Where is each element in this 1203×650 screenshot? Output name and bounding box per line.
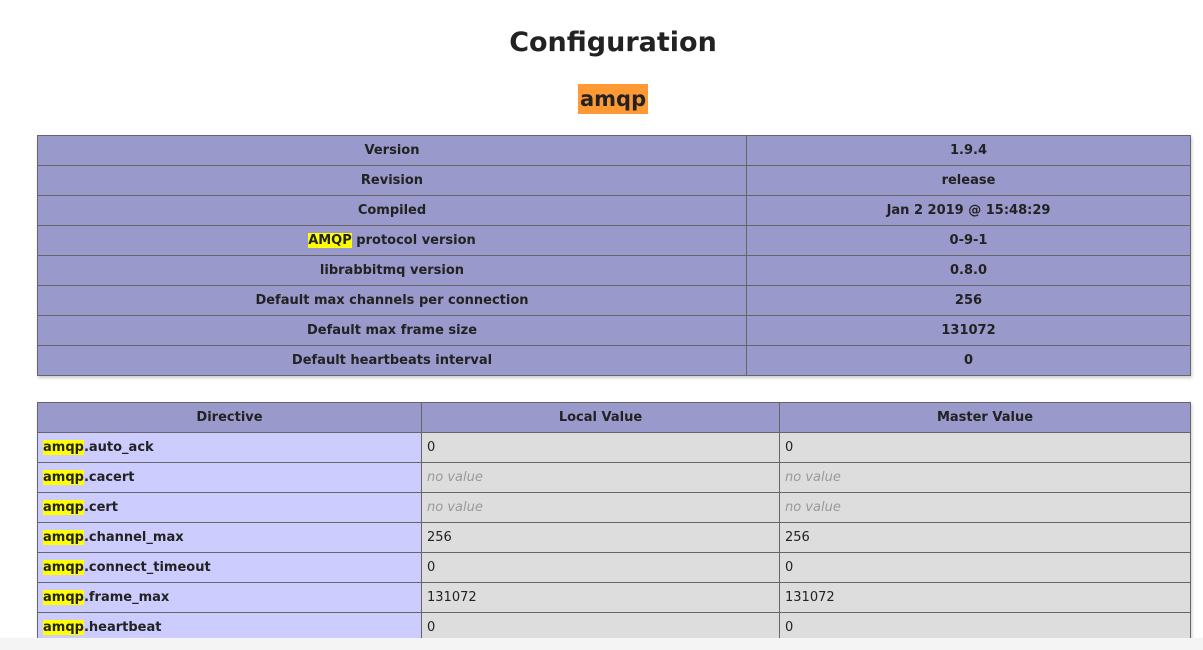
bottom-fade-bar bbox=[0, 638, 1203, 650]
directive-row: amqp.auto_ack 0 0 bbox=[37, 432, 1191, 463]
info-row: Version 1.9.4 bbox=[37, 135, 1191, 166]
info-row: Revision release bbox=[37, 165, 1191, 196]
info-label: Default max channels per connection bbox=[37, 285, 747, 316]
info-label: Default max frame size bbox=[37, 315, 747, 346]
local-value: 0 bbox=[421, 432, 780, 463]
info-label-text: protocol version bbox=[351, 233, 476, 248]
directive-name: amqp.channel_max bbox=[37, 522, 422, 553]
info-label: Revision bbox=[37, 165, 747, 196]
directive-row: amqp.cacert no value no value bbox=[37, 462, 1191, 493]
info-row: librabbitmq version 0.8.0 bbox=[37, 255, 1191, 286]
master-value: no value bbox=[779, 492, 1191, 523]
local-value: no value bbox=[421, 492, 780, 523]
info-row: Default heartbeats interval 0 bbox=[37, 345, 1191, 376]
directive-name-text: .cert bbox=[83, 500, 119, 515]
info-label: Default heartbeats interval bbox=[37, 345, 747, 376]
no-value-text: no value bbox=[427, 500, 483, 515]
info-value: release bbox=[746, 165, 1191, 196]
search-highlight: amqp bbox=[43, 440, 84, 455]
info-label: AMQP protocol version bbox=[37, 225, 747, 256]
info-label-text: Default heartbeats interval bbox=[291, 353, 493, 368]
phpinfo-page: Configuration amqp Version 1.9.4 Revision r… bbox=[0, 0, 1203, 650]
no-value-text: no value bbox=[785, 470, 841, 485]
search-highlight: amqp bbox=[43, 560, 84, 575]
directives-table: Directive Local Value Master Value amqp.… bbox=[37, 402, 1191, 643]
info-label-text: Default max channels per connection bbox=[255, 293, 529, 308]
info-value: 0 bbox=[746, 345, 1191, 376]
directive-row: amqp.channel_max 256 256 bbox=[37, 522, 1191, 553]
info-label-text: Version bbox=[364, 143, 420, 158]
extension-name: amqp bbox=[578, 84, 649, 114]
search-highlight: amqp bbox=[43, 620, 84, 635]
info-value: Jan 2 2019 @ 15:48:29 bbox=[746, 195, 1191, 226]
no-value-text: no value bbox=[785, 500, 841, 515]
column-header-directive: Directive bbox=[37, 402, 422, 433]
extension-name-text: amqp bbox=[580, 87, 647, 111]
local-value: 0 bbox=[421, 552, 780, 583]
info-row: Default max frame size 131072 bbox=[37, 315, 1191, 346]
info-label-text: Default max frame size bbox=[306, 323, 478, 338]
directive-row: amqp.frame_max 131072 131072 bbox=[37, 582, 1191, 613]
info-label-text: Revision bbox=[360, 173, 424, 188]
local-value: 131072 bbox=[421, 582, 780, 613]
master-value: no value bbox=[779, 462, 1191, 493]
info-value: 1.9.4 bbox=[746, 135, 1191, 166]
page-title: Configuration bbox=[509, 27, 717, 58]
master-value: 131072 bbox=[779, 582, 1191, 613]
info-row: Default max channels per connection 256 bbox=[37, 285, 1191, 316]
directives-header-row: Directive Local Value Master Value bbox=[37, 402, 1191, 433]
search-highlight: amqp bbox=[43, 470, 84, 485]
master-value: 256 bbox=[779, 522, 1191, 553]
directive-name: amqp.auto_ack bbox=[37, 432, 422, 463]
no-value-text: no value bbox=[427, 470, 483, 485]
extension-info-table: Version 1.9.4 Revision release Compiled Jan 2… bbox=[37, 135, 1191, 376]
info-label: Version bbox=[37, 135, 747, 166]
info-value: 256 bbox=[746, 285, 1191, 316]
column-header-local-value: Local Value bbox=[421, 402, 780, 433]
search-highlight: amqp bbox=[43, 530, 84, 545]
directive-name-text: .heartbeat bbox=[83, 620, 162, 635]
directive-name-text: .cacert bbox=[83, 470, 135, 485]
directive-row: amqp.connect_timeout 0 0 bbox=[37, 552, 1191, 583]
info-value: 0.8.0 bbox=[746, 255, 1191, 286]
directive-name: amqp.cert bbox=[37, 492, 422, 523]
local-value: 256 bbox=[421, 522, 780, 553]
directive-name: amqp.frame_max bbox=[37, 582, 422, 613]
info-value: 131072 bbox=[746, 315, 1191, 346]
directive-name: amqp.connect_timeout bbox=[37, 552, 422, 583]
column-header-master-value: Master Value bbox=[779, 402, 1191, 433]
directive-name-text: .channel_max bbox=[83, 530, 184, 545]
info-row: Compiled Jan 2 2019 @ 15:48:29 bbox=[37, 195, 1191, 226]
info-label-text: Compiled bbox=[357, 203, 427, 218]
directive-name-text: .connect_timeout bbox=[83, 560, 211, 575]
master-value: 0 bbox=[779, 552, 1191, 583]
search-highlight: AMQP bbox=[308, 233, 352, 248]
master-value: 0 bbox=[779, 432, 1191, 463]
info-label: librabbitmq version bbox=[37, 255, 747, 286]
directive-row: amqp.cert no value no value bbox=[37, 492, 1191, 523]
directives-body: amqp.auto_ack 0 0 amqp.cacert no value no val… bbox=[37, 432, 1191, 643]
search-highlight: amqp bbox=[43, 590, 84, 605]
info-label: Compiled bbox=[37, 195, 747, 226]
search-highlight: amqp bbox=[43, 500, 84, 515]
info-row: AMQP protocol version 0-9-1 bbox=[37, 225, 1191, 256]
directive-name: amqp.cacert bbox=[37, 462, 422, 493]
directive-name-text: .auto_ack bbox=[83, 440, 154, 455]
info-value: 0-9-1 bbox=[746, 225, 1191, 256]
directive-name-text: .frame_max bbox=[83, 590, 170, 605]
local-value: no value bbox=[421, 462, 780, 493]
extension-info-body: Version 1.9.4 Revision release Compiled Jan 2… bbox=[37, 135, 1191, 376]
info-label-text: librabbitmq version bbox=[319, 263, 465, 278]
